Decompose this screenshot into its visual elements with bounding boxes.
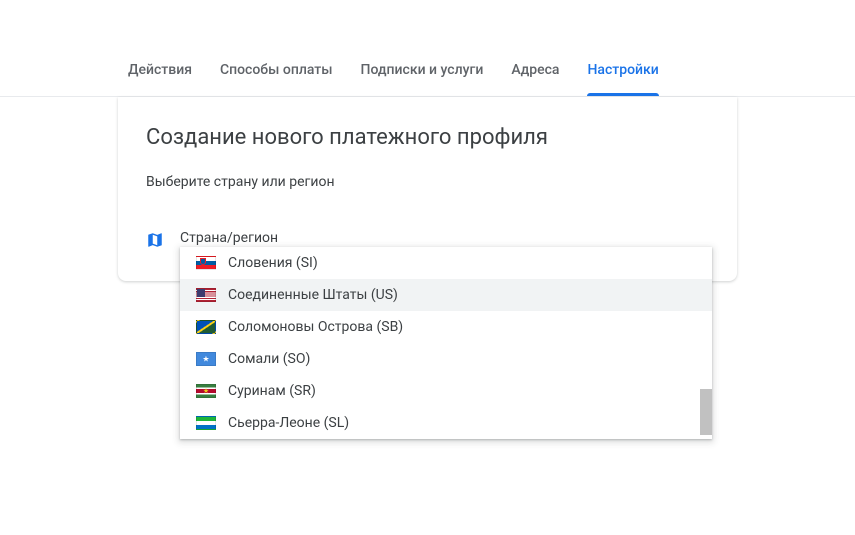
flag-icon: [196, 384, 216, 398]
flag-icon: [196, 288, 216, 302]
country-option-sr[interactable]: Суринам (SR): [180, 375, 712, 407]
flag-icon: [196, 320, 216, 334]
nav-tabs: Действия Способы оплаты Подписки и услуг…: [0, 0, 855, 97]
tab-actions[interactable]: Действия: [128, 62, 192, 96]
country-option-sl[interactable]: Сьерра-Леоне (SL): [180, 407, 712, 439]
country-option-si[interactable]: Словения (SI): [180, 247, 712, 279]
flag-icon: [196, 256, 216, 270]
page-title: Создание нового платежного профиля: [146, 125, 709, 150]
tab-payment-methods[interactable]: Способы оплаты: [220, 62, 333, 96]
country-option-label: Соломоновы Острова (SB): [228, 319, 403, 335]
country-option-label: Сьерра-Леоне (SL): [228, 415, 349, 431]
country-option-label: Словения (SI): [228, 255, 318, 271]
country-option-sb[interactable]: Соломоновы Острова (SB): [180, 311, 712, 343]
country-option-us[interactable]: Соединенные Штаты (US): [180, 279, 712, 311]
country-option-so[interactable]: Сомали (SO): [180, 343, 712, 375]
country-field-label: Страна/регион: [180, 230, 278, 246]
scrollbar-thumb[interactable]: [700, 389, 712, 435]
tab-settings[interactable]: Настройки: [587, 62, 658, 96]
country-dropdown[interactable]: Словения (SI) Соединенные Штаты (US) Сол…: [180, 247, 712, 439]
tab-addresses[interactable]: Адреса: [511, 62, 559, 96]
tab-subscriptions[interactable]: Подписки и услуги: [361, 62, 484, 96]
country-dropdown-list: Словения (SI) Соединенные Штаты (US) Сол…: [180, 247, 712, 439]
country-option-label: Сомали (SO): [228, 351, 310, 367]
country-option-label: Соединенные Штаты (US): [228, 287, 398, 303]
flag-icon: [196, 416, 216, 430]
map-icon: [146, 231, 164, 249]
subtitle: Выберите страну или регион: [146, 174, 709, 190]
flag-icon: [196, 352, 216, 366]
country-option-label: Суринам (SR): [228, 383, 316, 399]
